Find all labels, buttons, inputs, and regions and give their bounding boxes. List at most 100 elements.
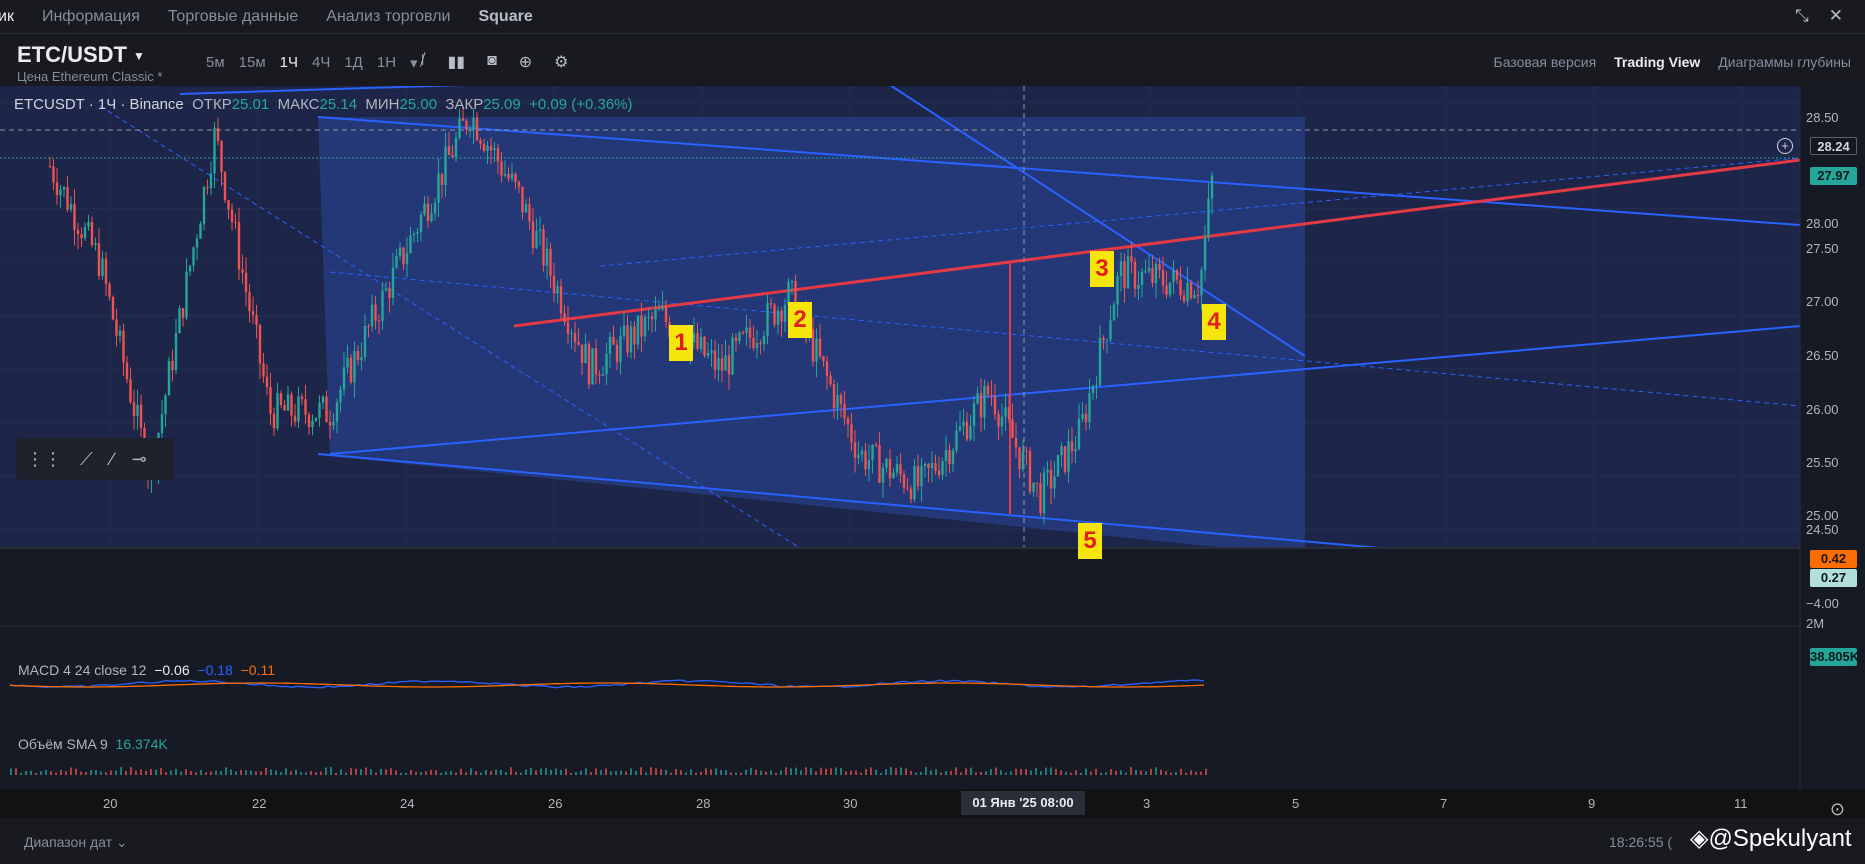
- volume-bar: [450, 770, 452, 775]
- candle-body: [426, 203, 430, 222]
- interval-1h[interactable]: 1Ч: [280, 54, 298, 72]
- candle-body: [538, 229, 542, 231]
- volume-bar: [930, 770, 932, 775]
- candle-body: [1165, 285, 1168, 295]
- chart-area[interactable]: ETCUSDT · 1Ч · Binance ОТКР25.01 МАКС25.…: [0, 86, 1865, 789]
- volume-bar: [770, 770, 772, 775]
- volume-bar: [810, 767, 812, 775]
- volume-bar: [25, 771, 27, 775]
- add-icon[interactable]: ⊕: [519, 52, 532, 72]
- horizontal-line-tool-icon[interactable]: ⊸: [132, 449, 147, 470]
- nav-tab-square[interactable]: Square: [478, 8, 532, 26]
- candle-body: [496, 148, 500, 162]
- volume-bar: [690, 769, 692, 775]
- indicators-icon[interactable]: ⧸⃒: [420, 52, 425, 72]
- volume-bar: [475, 771, 477, 775]
- nav-tab-trading-data[interactable]: Торговые данные: [168, 8, 298, 26]
- candle-body: [1207, 198, 1210, 238]
- volume-bar: [765, 771, 767, 775]
- clock: 18:26:55 (: [1609, 834, 1673, 850]
- gear-icon[interactable]: ⚙: [554, 52, 568, 72]
- interval-4h[interactable]: 4Ч: [312, 54, 330, 72]
- volume-bar: [995, 767, 997, 775]
- volume-bar: [15, 768, 17, 775]
- candle-body: [1077, 418, 1081, 450]
- candle-body: [552, 275, 556, 294]
- candle-body: [101, 258, 104, 276]
- volume-bar: [1125, 772, 1127, 775]
- candle-body: [619, 335, 622, 363]
- candle-body: [895, 464, 899, 473]
- volume-bar: [680, 770, 682, 775]
- volume-bar: [755, 769, 757, 775]
- trendline-tool-icon[interactable]: ⟋: [80, 449, 93, 470]
- volume-bar: [965, 768, 967, 775]
- nav-tab-info[interactable]: Информация: [42, 8, 140, 26]
- interval-1d[interactable]: 1Д: [344, 54, 363, 72]
- close-icon[interactable]: ✕: [1829, 6, 1843, 26]
- candle-body: [811, 328, 815, 362]
- drag-handle-icon[interactable]: ⋮⋮: [26, 449, 62, 470]
- candle-body: [521, 186, 524, 213]
- interval-1w[interactable]: 1Н: [377, 54, 396, 72]
- add-alert-icon[interactable]: +: [1777, 138, 1793, 154]
- camera-icon[interactable]: ◙: [487, 52, 497, 72]
- volume-bar: [740, 772, 742, 775]
- macd-value-2: −0.18: [197, 662, 233, 678]
- candle-body: [951, 450, 955, 465]
- collapse-icon[interactable]: ⤡: [1795, 6, 1809, 26]
- nav-tab-chart[interactable]: ик: [0, 8, 14, 26]
- volume-bar: [960, 772, 962, 775]
- interval-5m[interactable]: 5м: [206, 54, 225, 72]
- time-tick: 28: [696, 796, 711, 811]
- candle-body: [1088, 393, 1091, 423]
- volume-bar: [790, 768, 792, 775]
- volume-bar: [980, 771, 982, 775]
- candle-body: [1161, 269, 1165, 286]
- volume-bar: [390, 768, 392, 775]
- candle-body: [629, 326, 633, 353]
- volume-bar: [235, 771, 237, 775]
- view-depth[interactable]: Диаграммы глубины: [1718, 54, 1851, 70]
- volume-bar: [525, 769, 527, 775]
- date-range-label: Диапазон дат: [24, 834, 113, 850]
- candle-body: [185, 271, 188, 318]
- volume-bar: [550, 769, 552, 775]
- volume-bar: [620, 770, 622, 775]
- volume-bar: [1200, 771, 1202, 775]
- volume-bar: [925, 767, 927, 775]
- ray-tool-icon[interactable]: ∕: [111, 449, 114, 470]
- volume-bar: [95, 769, 97, 775]
- interval-15m[interactable]: 15м: [239, 54, 266, 72]
- candle-body: [818, 338, 822, 357]
- candle-type-icon[interactable]: ▮▮: [447, 52, 465, 72]
- volume-bar: [1160, 769, 1162, 775]
- candle-body: [391, 267, 395, 298]
- watermark: ◈@Spekulyant: [1690, 824, 1852, 853]
- symbol-header: ETC/USDT ▼ Цена Ethereum Classic * 5м 15м…: [0, 34, 1865, 86]
- candle-body: [94, 243, 97, 245]
- volume-bar: [85, 771, 87, 775]
- volume-bar: [1180, 768, 1182, 775]
- candle-body: [234, 222, 237, 224]
- candle-body: [983, 385, 986, 418]
- symbol-selector[interactable]: ETC/USDT ▼: [17, 42, 145, 68]
- volume-bar: [45, 769, 47, 775]
- candle-body: [510, 173, 514, 179]
- date-range-selector[interactable]: Диапазон дат ⌄: [24, 834, 128, 851]
- candle-body: [843, 403, 846, 419]
- volume-bar: [825, 768, 827, 775]
- chevron-down-icon[interactable]: ▾: [410, 54, 418, 72]
- time-axis[interactable]: 20 22 24 26 28 30 3 5 7 9 11: [0, 789, 1865, 818]
- nav-tab-trade-analysis[interactable]: Анализ торговли: [326, 8, 450, 26]
- candle-body: [1168, 282, 1172, 295]
- chart-canvas[interactable]: [0, 86, 1865, 789]
- volume-bar: [285, 768, 287, 775]
- candle-body: [608, 336, 612, 354]
- settings-icon[interactable]: ⊙: [1830, 799, 1845, 820]
- view-tradingview[interactable]: Trading View: [1614, 54, 1700, 70]
- candle-body: [1137, 284, 1140, 289]
- view-basic[interactable]: Базовая версия: [1494, 54, 1597, 70]
- candle-body: [661, 306, 664, 310]
- price-tick: 26.50: [1806, 348, 1839, 363]
